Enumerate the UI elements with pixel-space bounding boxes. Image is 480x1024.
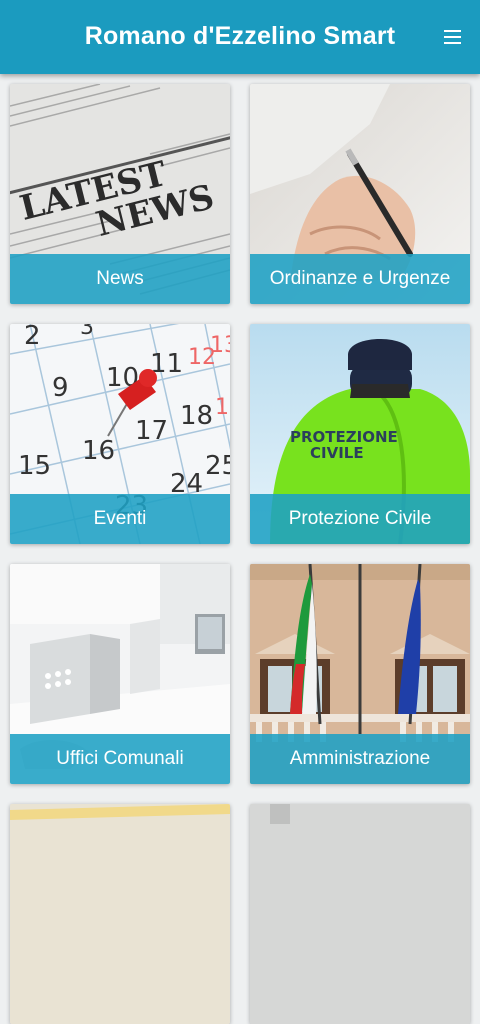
- tile-label: Amministrazione: [289, 748, 431, 769]
- tile-label-bar: Amministrazione: [250, 734, 470, 784]
- tile-label: Ordinanze e Urgenze: [269, 268, 451, 289]
- tile-partial-left[interactable]: [10, 804, 230, 1024]
- tile-eventi[interactable]: 23 91011 151617 182425 23 121319 Eventi: [10, 324, 230, 544]
- tile-partial-right[interactable]: [250, 804, 470, 1024]
- jacket-text-line2: CIVILE: [310, 444, 364, 462]
- svg-text:15: 15: [18, 451, 51, 481]
- tile-label-bar: News: [10, 254, 230, 304]
- map-image: [10, 804, 230, 1024]
- tile-ordinanze[interactable]: Ordinanze e Urgenze: [250, 84, 470, 304]
- svg-text:19: 19: [215, 395, 230, 420]
- tile-label: Eventi: [93, 508, 147, 529]
- tile-uffici-comunali[interactable]: Uffici Comunali: [10, 564, 230, 784]
- tile-label: Protezione Civile: [288, 508, 432, 529]
- svg-text:25: 25: [205, 451, 230, 481]
- svg-text:3: 3: [80, 324, 94, 340]
- tile-news[interactable]: LATEST NEWS News: [10, 84, 230, 304]
- tile-label-bar: Ordinanze e Urgenze: [250, 254, 470, 304]
- svg-text:16: 16: [82, 436, 115, 466]
- tile-grid: LATEST NEWS News Ordinanze e Urgenze 2 3…: [0, 74, 480, 1024]
- tile-label-bar: Eventi: [10, 494, 230, 544]
- svg-text:9: 9: [52, 373, 69, 403]
- svg-text:13: 13: [210, 333, 230, 358]
- tile-label-bar: Uffici Comunali: [10, 734, 230, 784]
- svg-text:2: 2: [24, 324, 41, 351]
- svg-text:18: 18: [180, 401, 213, 431]
- photo-image: [250, 804, 470, 1024]
- tile-protezione-civile[interactable]: PROTEZIONE CIVILE Protezione Civile: [250, 324, 470, 544]
- tile-label-bar: Protezione Civile: [250, 494, 470, 544]
- svg-text:17: 17: [135, 416, 168, 446]
- app-title: Romano d'Ezzelino Smart: [84, 22, 396, 50]
- hamburger-menu-icon[interactable]: [440, 26, 466, 48]
- tile-label: News: [96, 268, 144, 289]
- tile-amministrazione[interactable]: Amministrazione: [250, 564, 470, 784]
- app-bar: Romano d'Ezzelino Smart: [0, 0, 480, 74]
- tile-label: Uffici Comunali: [56, 748, 184, 769]
